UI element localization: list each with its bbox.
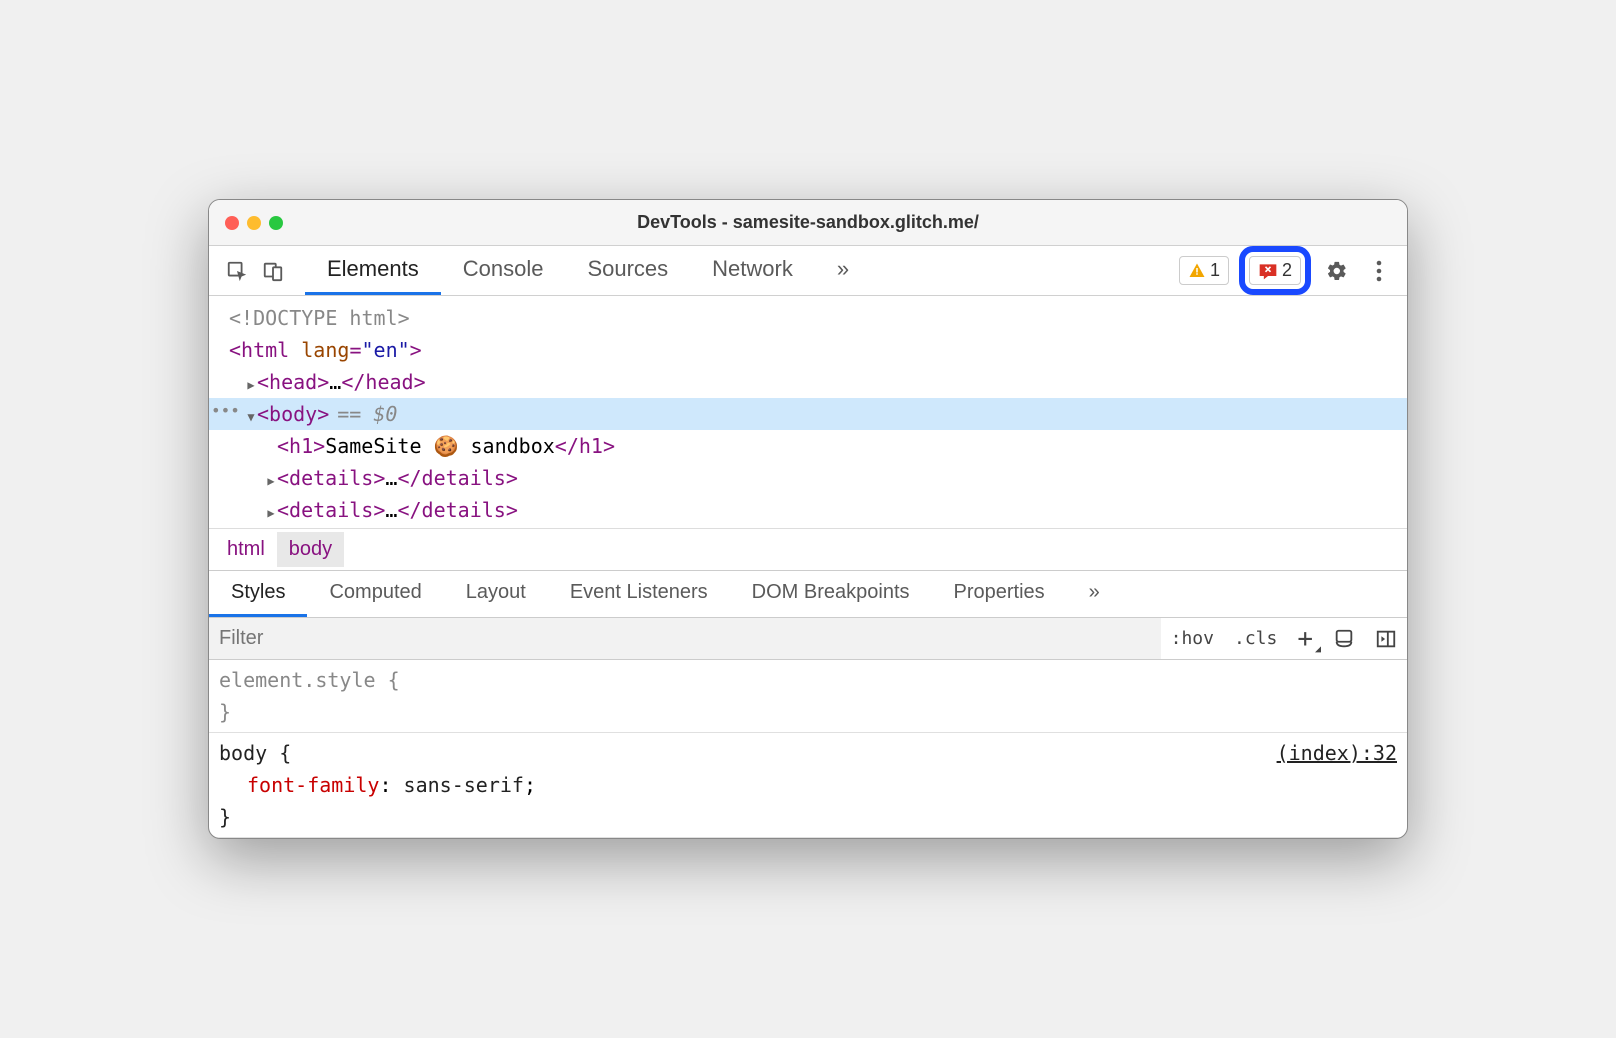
window-titlebar: DevTools - samesite-sandbox.glitch.me/	[209, 200, 1407, 246]
expand-arrow-icon[interactable]: ▶	[265, 504, 277, 523]
main-tabs: Elements Console Sources Network »	[305, 246, 1175, 295]
styles-rules: element.style { } (index):32 body { font…	[209, 660, 1407, 838]
toggle-computed-styles-icon[interactable]	[1323, 618, 1365, 659]
tab-dom-breakpoints[interactable]: DOM Breakpoints	[730, 571, 932, 617]
warnings-badge[interactable]: 1	[1179, 256, 1229, 285]
tab-network[interactable]: Network	[690, 246, 815, 295]
expand-arrow-icon[interactable]: ▶	[265, 472, 277, 491]
css-property-name[interactable]: font-family	[247, 773, 379, 797]
dom-doctype[interactable]: <!DOCTYPE html>	[209, 302, 1407, 334]
dom-details-1[interactable]: ▶<details>…</details>	[209, 462, 1407, 494]
tab-layout[interactable]: Layout	[444, 571, 548, 617]
new-style-rule-icon[interactable]: +◢	[1287, 618, 1323, 659]
devtools-window: DevTools - samesite-sandbox.glitch.me/ E…	[208, 199, 1408, 839]
rule-element-style[interactable]: element.style { }	[209, 660, 1407, 733]
traffic-lights	[209, 216, 283, 230]
tab-event-listeners[interactable]: Event Listeners	[548, 571, 730, 617]
dom-h1[interactable]: <h1>SameSite 🍪 sandbox</h1>	[209, 430, 1407, 462]
device-toolbar-icon[interactable]	[257, 255, 289, 287]
window-title: DevTools - samesite-sandbox.glitch.me/	[209, 212, 1407, 233]
inspect-element-icon[interactable]	[221, 255, 253, 287]
rule-body[interactable]: (index):32 body { font-family: sans-seri…	[209, 733, 1407, 838]
tab-computed[interactable]: Computed	[307, 571, 443, 617]
breadcrumbs: html body	[209, 528, 1407, 570]
toggle-sidebar-icon[interactable]	[1365, 618, 1407, 659]
styles-filter-input[interactable]	[209, 618, 1161, 659]
hov-toggle[interactable]: :hov	[1161, 618, 1224, 659]
styles-tabs: Styles Computed Layout Event Listeners D…	[209, 570, 1407, 618]
dom-head[interactable]: ▶<head>…</head>	[209, 366, 1407, 398]
dom-details-2[interactable]: ▶<details>…</details>	[209, 494, 1407, 526]
close-window-button[interactable]	[225, 216, 239, 230]
expand-arrow-icon[interactable]: ▶	[245, 376, 257, 395]
tab-more-styles[interactable]: »	[1067, 571, 1122, 617]
toolbar-right: 1 2	[1179, 246, 1395, 295]
minimize-window-button[interactable]	[247, 216, 261, 230]
overflow-dots-icon[interactable]: •••	[211, 398, 240, 424]
collapse-arrow-icon[interactable]: ▼	[245, 408, 257, 427]
breadcrumb-body[interactable]: body	[277, 532, 344, 567]
tab-styles[interactable]: Styles	[209, 571, 307, 617]
tab-console[interactable]: Console	[441, 246, 566, 295]
cls-toggle[interactable]: .cls	[1224, 618, 1287, 659]
tab-elements[interactable]: Elements	[305, 246, 441, 295]
more-menu-icon[interactable]	[1363, 255, 1395, 287]
tab-more[interactable]: »	[815, 246, 871, 295]
issues-badge[interactable]: 2	[1249, 256, 1301, 285]
warnings-count: 1	[1210, 260, 1220, 281]
styles-filter-row: :hov .cls +◢	[209, 618, 1407, 660]
elements-dom-tree[interactable]: <!DOCTYPE html> <html lang="en"> ▶<head>…	[209, 296, 1407, 528]
issues-count: 2	[1282, 260, 1292, 281]
dom-body-open[interactable]: •••▼<body>== $0	[209, 398, 1407, 430]
tab-sources[interactable]: Sources	[565, 246, 690, 295]
main-toolbar: Elements Console Sources Network » 1 2	[209, 246, 1407, 296]
issues-highlight: 2	[1239, 246, 1311, 295]
rule-source-link[interactable]: (index):32	[1277, 737, 1397, 769]
dom-html-open[interactable]: <html lang="en">	[209, 334, 1407, 366]
maximize-window-button[interactable]	[269, 216, 283, 230]
css-property-value[interactable]: sans-serif	[404, 773, 524, 797]
settings-icon[interactable]	[1321, 255, 1353, 287]
selected-marker: == $0	[337, 402, 397, 426]
breadcrumb-html[interactable]: html	[215, 532, 277, 567]
tab-properties[interactable]: Properties	[932, 571, 1067, 617]
